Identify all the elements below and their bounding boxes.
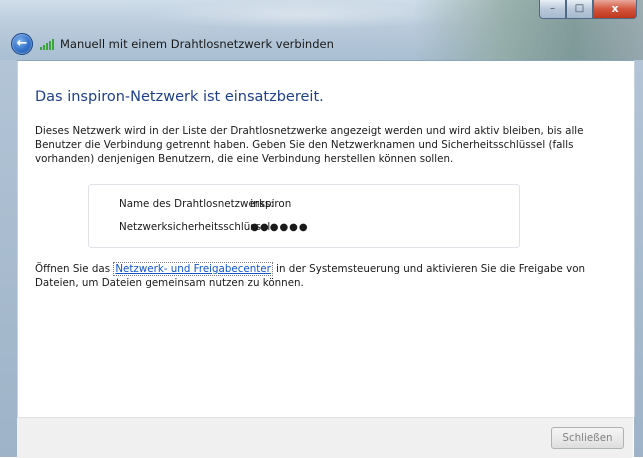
window-frame-right xyxy=(634,60,643,457)
network-name-row: Name des Drahtlosnetzwerks: inspiron xyxy=(119,198,291,210)
security-key-row: Netzwerksicherheitsschlüssel: ●●●●●● xyxy=(119,221,309,233)
network-name-value: inspiron xyxy=(250,198,292,210)
security-key-value: ●●●●●● xyxy=(250,222,309,233)
footer-bar: Schließen xyxy=(17,417,633,458)
back-arrow-icon[interactable]: ← xyxy=(11,33,33,55)
security-key-label: Netzwerksicherheitsschlüssel: xyxy=(119,221,274,233)
title-bar: ← Manuell mit einem Drahtlosnetzwerk ver… xyxy=(0,0,643,61)
network-sharing-center-link[interactable]: Netzwerk- und Freigabecenter xyxy=(113,262,273,276)
sharing-prefix: Öffnen Sie das xyxy=(35,263,114,275)
caption-buttons: – □ x xyxy=(539,0,637,20)
close-window-button[interactable]: x xyxy=(593,0,637,19)
wireless-signal-icon xyxy=(40,38,56,50)
close-button[interactable]: Schließen xyxy=(551,427,624,449)
maximize-button[interactable]: □ xyxy=(566,0,593,19)
network-info-box: Name des Drahtlosnetzwerks: inspiron Net… xyxy=(88,184,520,248)
minimize-button[interactable]: – xyxy=(539,0,566,19)
window-frame-left xyxy=(0,60,17,457)
network-name-label: Name des Drahtlosnetzwerks: xyxy=(119,198,274,210)
page-heading: Das inspiron-Netzwerk ist einsatzbereit. xyxy=(35,89,324,105)
wizard-window: ← Manuell mit einem Drahtlosnetzwerk ver… xyxy=(0,0,643,458)
glass-highlight xyxy=(150,0,450,30)
description-text: Dieses Netzwerk wird in der Liste der Dr… xyxy=(35,125,584,165)
sharing-instructions: Öffnen Sie das Netzwerk- und Freigabecen… xyxy=(35,262,595,290)
window-title: Manuell mit einem Drahtlosnetzwerk verbi… xyxy=(60,37,334,51)
